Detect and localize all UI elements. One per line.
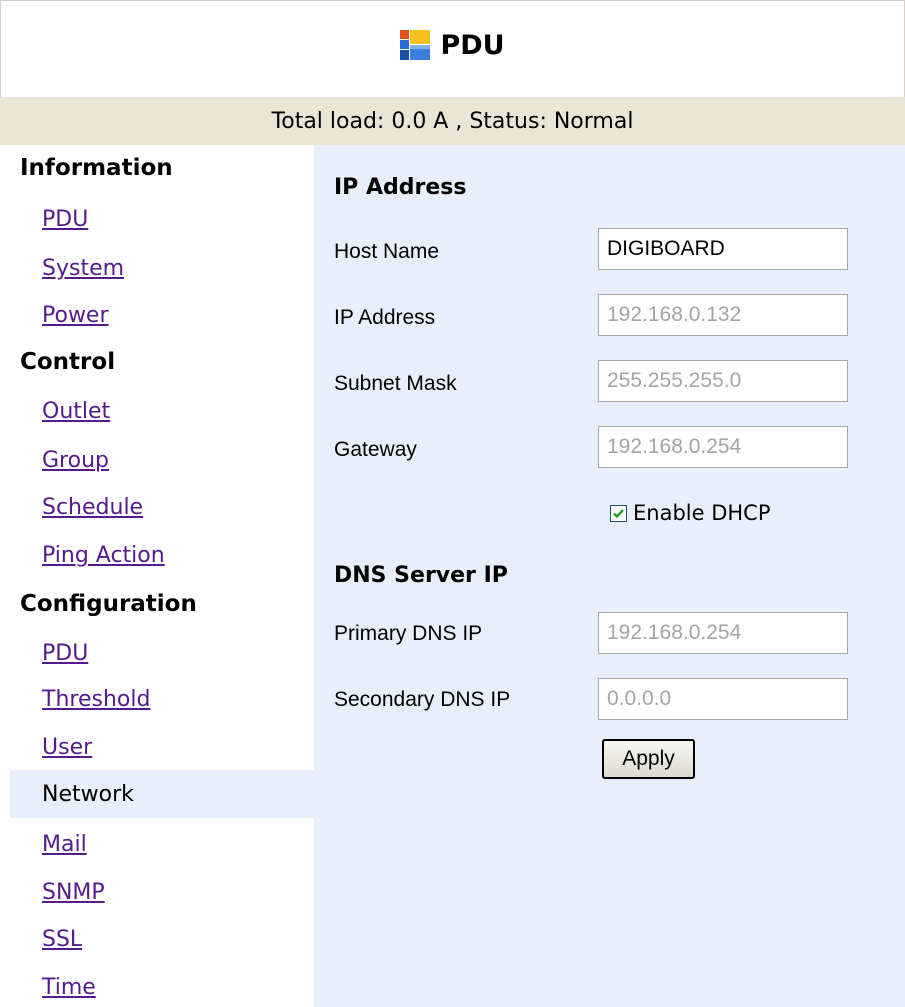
nav-ssl[interactable]: SSL	[42, 927, 82, 952]
status-bar: Total load: 0.0 A , Status: Normal	[0, 97, 905, 145]
nav-group[interactable]: Group	[42, 448, 109, 473]
network-settings-panel: IP Address Host Name IP Address Subnet M…	[314, 145, 905, 1007]
subnet-mask-input[interactable]	[598, 360, 848, 402]
gateway-label: Gateway	[334, 438, 417, 461]
host-name-input[interactable]	[598, 228, 848, 270]
secondary-dns-input[interactable]	[598, 678, 848, 720]
status-text: Total load: 0.0 A , Status: Normal	[271, 108, 634, 134]
nav-power[interactable]: Power	[42, 303, 109, 328]
nav-threshold[interactable]: Threshold	[42, 687, 150, 712]
section-control: Control	[20, 349, 116, 375]
section-configuration: Configuration	[20, 591, 197, 617]
nav-config-pdu[interactable]: PDU	[42, 641, 88, 666]
nav-network-label: Network	[42, 782, 134, 807]
page-title: PDU	[440, 29, 505, 61]
nav-outlet[interactable]: Outlet	[42, 399, 110, 424]
primary-dns-input[interactable]	[598, 612, 848, 654]
secondary-dns-label: Secondary DNS IP	[334, 688, 511, 711]
nav-user[interactable]: User	[42, 735, 92, 760]
ip-address-heading: IP Address	[334, 175, 467, 200]
sidebar-nav: Information PDU System Power Control Out…	[0, 145, 314, 1007]
nav-info-pdu[interactable]: PDU	[42, 207, 88, 232]
enable-dhcp-checkbox[interactable]	[610, 504, 627, 522]
pdu-logo-icon	[400, 30, 431, 60]
dhcp-row: Enable DHCP	[610, 501, 771, 525]
nav-snmp[interactable]: SNMP	[42, 880, 105, 905]
page-header: PDU	[0, 0, 905, 97]
nav-network-active[interactable]: Network	[10, 770, 314, 818]
ip-address-input[interactable]	[598, 294, 848, 336]
nav-time[interactable]: Time	[42, 975, 96, 1000]
gateway-input[interactable]	[598, 426, 848, 468]
checkmark-icon	[613, 508, 624, 518]
nav-schedule[interactable]: Schedule	[42, 495, 143, 520]
subnet-mask-label: Subnet Mask	[334, 372, 457, 395]
ip-address-label: IP Address	[334, 306, 436, 329]
primary-dns-label: Primary DNS IP	[334, 622, 483, 645]
enable-dhcp-label: Enable DHCP	[633, 501, 771, 525]
section-information: Information	[20, 155, 173, 181]
dns-server-heading: DNS Server IP	[334, 563, 508, 588]
nav-mail[interactable]: Mail	[42, 832, 87, 857]
apply-button[interactable]: Apply	[602, 739, 695, 779]
nav-ping-action[interactable]: Ping Action	[42, 543, 165, 568]
nav-system[interactable]: System	[42, 256, 124, 281]
host-name-label: Host Name	[334, 240, 440, 263]
